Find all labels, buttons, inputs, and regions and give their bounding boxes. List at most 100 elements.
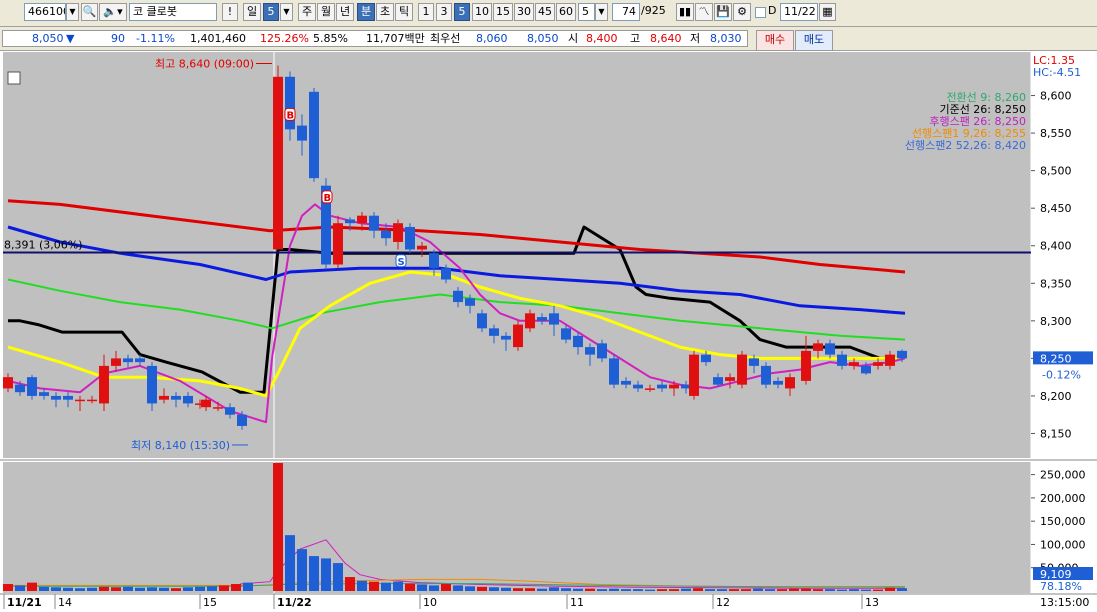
calendar-icon[interactable]: ▦ (819, 3, 836, 21)
period-minute-button[interactable]: 분 (357, 3, 375, 21)
candlestick-chart[interactable]: 8,391 (3,06%) B B S 최고 8,640 (09:00) 최저 8,140… (0, 51, 1097, 612)
volume-bar (753, 588, 763, 591)
volume-bar (561, 588, 571, 591)
minute-30-button[interactable]: 30 (514, 3, 534, 21)
warning-button[interactable]: ! (222, 3, 238, 21)
signal-marker-label: B (287, 110, 295, 121)
speaker-icon[interactable]: 🔈▾ (99, 3, 127, 21)
date-input[interactable]: 11/22 (780, 3, 818, 21)
minute-10-button[interactable]: 10 (472, 3, 492, 21)
candle-body (885, 354, 895, 366)
volume-bar (489, 587, 499, 591)
min-annotation: 최저 8,140 (15:30) (131, 439, 230, 452)
candle-body (825, 343, 835, 355)
best-bid-price: 8,050 (527, 32, 559, 45)
candle-body (621, 380, 631, 385)
toolbar: 466100 ▼ 🔍 🔈▾ 코 클로봇 ! 일 5 ▼ 주 월 년 분 초 틱 … (0, 0, 1097, 27)
candle-body (99, 365, 109, 404)
current-price-label: 8,250 (1040, 352, 1072, 365)
volume-bar (243, 582, 253, 591)
volume-bar (693, 588, 703, 591)
stock-code-dropdown[interactable]: ▼ (66, 3, 79, 21)
candle-body (309, 91, 319, 179)
buy-button[interactable]: 매수 (756, 30, 794, 51)
volume-bar (183, 587, 193, 591)
candle-body (597, 343, 607, 359)
period-second-button[interactable]: 초 (376, 3, 394, 21)
data-count-input[interactable]: 74 (612, 3, 640, 21)
volume-bar (777, 589, 787, 591)
period-custom-input[interactable]: 5 (578, 3, 595, 21)
period-value-box[interactable]: 5 (263, 3, 279, 21)
period-dropdown[interactable]: ▼ (280, 3, 293, 21)
search-icon[interactable]: 🔍 (81, 3, 98, 21)
reference-hline-label: 8,391 (3,06%) (4, 238, 83, 251)
minute-45-button[interactable]: 45 (535, 3, 555, 21)
volume-bar (171, 588, 181, 591)
chart-style-icon[interactable]: 〽 (695, 3, 713, 21)
legend-entry: 선행스팬2 52,26: 8,420 (905, 139, 1026, 152)
period-day-button[interactable]: 일 (243, 3, 261, 21)
period-week-button[interactable]: 주 (298, 3, 316, 21)
open-label: 시 (568, 32, 579, 45)
period-tick-button[interactable]: 틱 (395, 3, 413, 21)
candle-body (171, 395, 181, 400)
volume-bar (417, 584, 427, 591)
volume-bar (345, 577, 355, 591)
minute-3-button[interactable]: 3 (436, 3, 452, 21)
stock-name-field[interactable]: 코 클로봇 (129, 3, 217, 21)
volume-bar (597, 589, 607, 591)
volume-bar (861, 589, 871, 591)
change-arrow: ▼ (66, 32, 75, 45)
y-tick-label: 8,350 (1040, 277, 1072, 290)
volume-tick-label: 100,000 (1040, 538, 1086, 551)
candle-body (3, 377, 13, 389)
candle-body (417, 245, 427, 250)
y-tick-label: 8,400 (1040, 240, 1072, 253)
minute-15-button[interactable]: 15 (493, 3, 513, 21)
candle-body (749, 358, 759, 366)
sell-button[interactable]: 매도 (795, 30, 833, 51)
volume-bar (441, 584, 451, 591)
period-year-button[interactable]: 년 (336, 3, 354, 21)
minute-1-button[interactable]: 1 (418, 3, 434, 21)
y-tick-label: 8,500 (1040, 165, 1072, 178)
indicator-line-red (7, 199, 906, 274)
indicator-line-magenta (7, 203, 906, 424)
volume-bar (159, 587, 169, 591)
period-month-button[interactable]: 월 (317, 3, 335, 21)
candle-body (201, 399, 211, 408)
volume-bar (849, 589, 859, 591)
volume-bar (705, 589, 715, 591)
volume-bar (75, 588, 85, 591)
settings-icon[interactable]: ⚙ (733, 3, 751, 21)
candle-body (785, 377, 795, 389)
candle-body (15, 384, 25, 393)
volume-bar (273, 463, 283, 591)
volume-ratio: 125.26% (260, 32, 309, 45)
volume-bar (333, 563, 343, 591)
x-tick-label: 11 (570, 596, 584, 609)
candle-body (849, 362, 859, 366)
volume-bar (27, 582, 37, 591)
signal-marker-label: S (398, 257, 405, 268)
turnover-rate: 5.85% (313, 32, 348, 45)
candle-body (801, 350, 811, 381)
candle-body (761, 365, 771, 385)
save-icon[interactable]: 💾 (714, 3, 732, 21)
volume-tick-label: 250,000 (1040, 469, 1086, 482)
candle-body (345, 219, 355, 224)
volume-bar (357, 580, 367, 591)
volume-bar (51, 587, 61, 591)
chart-menu-icon (7, 71, 21, 85)
minute-60-button[interactable]: 60 (556, 3, 576, 21)
candle-body (657, 384, 667, 389)
stock-code-input[interactable]: 466100 (24, 3, 66, 21)
minute-5-button[interactable]: 5 (454, 3, 470, 21)
period-custom-dropdown[interactable]: ▼ (595, 3, 608, 21)
volume-bar (573, 588, 583, 591)
candle-type-icon[interactable]: ▮▮ (676, 3, 694, 21)
candle-body (237, 414, 247, 426)
volume-bar (207, 586, 217, 591)
date-checkbox[interactable] (755, 7, 766, 18)
